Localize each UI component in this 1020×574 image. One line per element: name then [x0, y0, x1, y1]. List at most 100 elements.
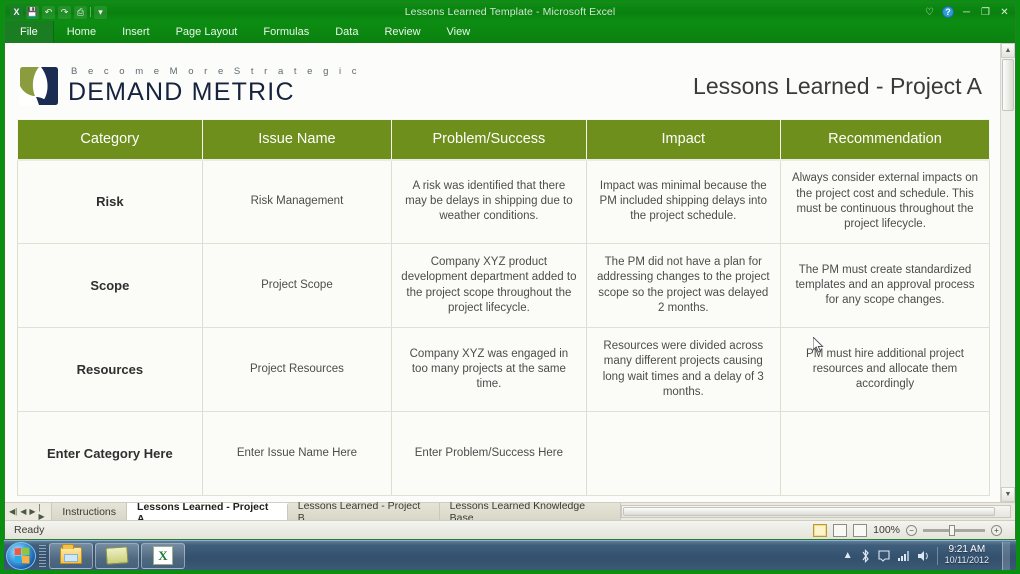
system-tray: ▲ 9:21 AM 10/11/2012	[843, 541, 1016, 570]
logo-brand-name: DEMAND METRIC	[68, 77, 295, 106]
action-center-icon[interactable]	[878, 549, 890, 562]
quick-access-toolbar[interactable]: X 💾 ↶ ↷ ⎙ ▾	[5, 5, 107, 19]
vertical-scroll-track[interactable]	[1001, 112, 1015, 487]
table-header-row: Category Issue Name Problem/Success Impa…	[17, 119, 991, 161]
windows-start-orb[interactable]	[6, 541, 36, 570]
page-title: Lessons Learned - Project A	[693, 72, 982, 99]
cell-issue-name[interactable]: Risk Management	[201, 159, 393, 244]
redo-icon[interactable]: ↷	[58, 5, 71, 19]
zoom-slider[interactable]	[923, 524, 985, 536]
windows-taskbar: X ▲ 9:21 AM 10/11/2012	[4, 540, 1016, 570]
cell-problem-success[interactable]: Company XYZ was engaged in too many proj…	[391, 327, 587, 412]
prev-sheet-icon[interactable]: ◀	[20, 507, 26, 516]
horizontal-scrollbar[interactable]	[620, 505, 1011, 518]
cell-problem-success[interactable]: Company XYZ product development departme…	[391, 243, 587, 328]
bluetooth-icon[interactable]	[860, 548, 871, 563]
clock-date: 10/11/2012	[944, 554, 989, 565]
cell-issue-name[interactable]: Project Resources	[201, 327, 393, 412]
undo-icon[interactable]: ↶	[42, 5, 55, 19]
sheet-nav-buttons[interactable]: ◀| ◀ ▶ |▶	[5, 503, 53, 521]
restore-icon[interactable]: ❐	[979, 7, 992, 18]
close-icon[interactable]: ✕	[998, 7, 1011, 18]
cell-impact[interactable]: The PM did not have a plan for addressin…	[585, 243, 781, 328]
save-icon[interactable]: 💾	[26, 5, 39, 19]
table-row: Risk Risk Management A risk was identifi…	[17, 159, 991, 244]
sheet-tab-knowledge-base[interactable]: Lessons Learned Knowledge Base	[439, 500, 621, 524]
cell-issue-name[interactable]: Enter Issue Name Here	[201, 411, 393, 496]
logo-mark-icon	[19, 66, 59, 106]
vertical-scrollbar[interactable]: ▲ ▼	[1000, 43, 1015, 502]
cell-recommendation[interactable]: PM must hire additional project resource…	[779, 327, 991, 412]
zoom-in-button[interactable]: +	[991, 524, 1002, 536]
cell-recommendation[interactable]	[779, 411, 991, 496]
cell-recommendation[interactable]: The PM must create standardized template…	[779, 243, 991, 328]
cell-impact[interactable]	[585, 411, 781, 496]
ribbon-tab-data[interactable]: Data	[322, 21, 371, 43]
cell-problem-success[interactable]: A risk was identified that there may be …	[391, 159, 587, 244]
table-row: Resources Project Resources Company XYZ …	[17, 327, 991, 412]
zoom-out-button[interactable]: −	[906, 524, 917, 536]
cell-category[interactable]: Scope	[17, 243, 203, 328]
cell-category[interactable]: Resources	[17, 327, 203, 412]
cell-issue-name[interactable]: Project Scope	[201, 243, 393, 328]
taskbar-clock[interactable]: 9:21 AM 10/11/2012	[944, 544, 995, 566]
ribbon-tab-file[interactable]: File	[5, 21, 54, 43]
cell-impact[interactable]: Resources were divided across many diffe…	[585, 327, 781, 412]
help-icon[interactable]: ?	[942, 6, 954, 18]
column-header-problem-success[interactable]: Problem/Success	[391, 119, 587, 161]
show-desktop-button[interactable]	[1002, 541, 1010, 570]
taskbar-item-excel[interactable]: X	[141, 542, 185, 569]
zoom-level[interactable]: 100%	[873, 524, 900, 536]
minimize-icon[interactable]: ─	[960, 7, 973, 18]
show-hidden-icons-icon[interactable]: ▲	[843, 550, 853, 561]
lessons-learned-table: Category Issue Name Problem/Success Impa…	[17, 119, 991, 496]
ribbon-tab-insert[interactable]: Insert	[109, 21, 163, 43]
collapse-ribbon-icon[interactable]: ♡	[923, 7, 936, 18]
horizontal-scroll-thumb[interactable]	[622, 507, 996, 516]
scroll-down-icon[interactable]: ▼	[1001, 487, 1015, 502]
desktop-screen: X 💾 ↶ ↷ ⎙ ▾ Lessons Learned Template - M…	[0, 0, 1020, 574]
first-sheet-icon[interactable]: ◀|	[9, 507, 17, 516]
normal-view-icon[interactable]	[813, 523, 828, 537]
taskbar-item-windows-explorer[interactable]	[49, 542, 93, 569]
ribbon-tab-view[interactable]: View	[434, 21, 484, 43]
demand-metric-logo: B e c o m e M o r e S t r a t e g i c DE…	[19, 66, 361, 107]
next-sheet-icon[interactable]: ▶	[29, 507, 35, 516]
cell-category[interactable]: Risk	[17, 159, 203, 244]
ribbon-tab-page-layout[interactable]: Page Layout	[163, 21, 251, 43]
customize-quick-access-icon[interactable]: ▾	[94, 5, 107, 19]
column-header-issue-name[interactable]: Issue Name	[201, 119, 393, 161]
volume-icon[interactable]	[917, 550, 930, 562]
scroll-up-icon[interactable]: ▲	[1001, 43, 1015, 58]
column-header-category[interactable]: Category	[17, 119, 203, 161]
excel-app-icon[interactable]: X	[10, 5, 23, 19]
cell-problem-success[interactable]: Enter Problem/Success Here	[391, 411, 587, 496]
logo-tagline: B e c o m e M o r e S t r a t e g i c	[71, 65, 361, 77]
sheet-tab-project-b[interactable]: Lessons Learned - Project B	[287, 500, 440, 524]
taskbar-grip[interactable]	[39, 544, 46, 567]
cell-category[interactable]: Enter Category Here	[17, 411, 203, 496]
vertical-scroll-thumb[interactable]	[1002, 59, 1014, 111]
sheet-tab-instructions[interactable]: Instructions	[52, 503, 128, 520]
tray-separator	[936, 546, 938, 565]
zoom-slider-handle[interactable]	[949, 524, 955, 536]
taskbar-item-sticky-notes[interactable]	[95, 542, 139, 569]
ribbon-tabs: File Home Insert Page Layout Formulas Da…	[5, 21, 483, 43]
page-layout-view-icon[interactable]	[833, 523, 848, 537]
cell-impact[interactable]: Impact was minimal because the PM includ…	[585, 159, 781, 244]
last-sheet-icon[interactable]: |▶	[39, 503, 47, 521]
page-break-view-icon[interactable]	[853, 523, 868, 537]
print-preview-icon[interactable]: ⎙	[74, 5, 87, 19]
status-text: Ready	[14, 524, 45, 536]
ribbon-tab-review[interactable]: Review	[371, 21, 433, 43]
ribbon-tab-home[interactable]: Home	[54, 21, 109, 43]
column-header-recommendation[interactable]: Recommendation	[779, 119, 991, 161]
ribbon-tab-formulas[interactable]: Formulas	[250, 21, 322, 43]
column-header-impact[interactable]: Impact	[585, 119, 781, 161]
network-icon[interactable]	[897, 550, 910, 562]
cell-recommendation[interactable]: Always consider external impacts on the …	[779, 159, 991, 244]
worksheet-area: B e c o m e M o r e S t r a t e g i c DE…	[5, 43, 1015, 502]
windows-explorer-icon	[60, 544, 82, 564]
sheet-tab-project-a[interactable]: Lessons Learned - Project A	[127, 501, 288, 525]
excel-window: X 💾 ↶ ↷ ⎙ ▾ Lessons Learned Template - M…	[4, 2, 1016, 540]
